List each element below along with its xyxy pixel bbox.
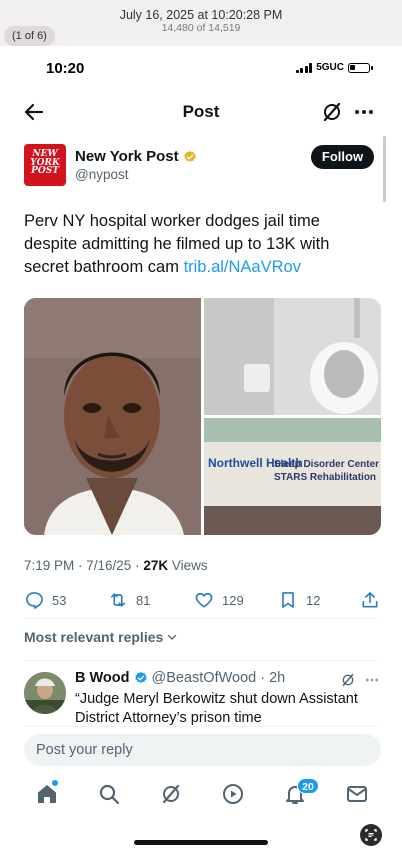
home-notification-dot [52, 780, 58, 786]
divider [24, 618, 378, 619]
views-label: Views [168, 558, 208, 573]
author-name-row[interactable]: New York Post [75, 148, 197, 165]
bookmark-button[interactable]: 12 [278, 590, 320, 610]
like-button[interactable]: 129 [194, 590, 244, 610]
grok-icon [162, 784, 180, 804]
more-dots-icon[interactable] [364, 674, 380, 686]
share-button[interactable] [360, 590, 380, 610]
reply-author-name[interactable]: B Wood [75, 670, 130, 686]
mugshot-image[interactable] [24, 298, 201, 535]
author-name[interactable]: New York Post [75, 148, 179, 165]
status-time: 10:20 [46, 60, 85, 77]
chevron-down-icon [168, 634, 177, 640]
repost-icon [110, 593, 126, 607]
media-grid[interactable]: Northwell Health Sleep Disorder Center S… [24, 298, 381, 535]
repost-button[interactable]: 81 [108, 590, 150, 610]
bookmark-count: 12 [306, 592, 321, 608]
notifications-badge: 20 [297, 778, 319, 794]
viewer-date: July 16, 2025 at 10:20:28 PM [119, 8, 283, 22]
most-relevant-replies-toggle[interactable]: Most relevant replies [24, 629, 178, 645]
tweet-meta: 7:19 PM · 7/16/25 · 27K Views [24, 558, 208, 573]
status-icons: 5GUC [295, 62, 373, 73]
battery-fill [350, 64, 356, 71]
viewer-count: 14,480 of 14,519 [161, 22, 241, 34]
tweet-timestamp: 7:19 PM · 7/16/25 · [24, 558, 144, 573]
live-text-icon[interactable] [360, 824, 382, 846]
views-count: 27K [143, 558, 169, 573]
reply-header[interactable]: B Wood @BeastOfWood · 2h [75, 670, 285, 686]
reply-avatar[interactable] [24, 672, 66, 714]
sign-text: Sleep Disorder Center STARS Rehabilitati… [274, 459, 380, 483]
home-indicator[interactable] [134, 840, 268, 845]
tab-messages[interactable] [345, 782, 369, 806]
author-avatar[interactable]: NEW YORK POST [24, 144, 66, 186]
bookmark-icon [282, 592, 294, 608]
heart-icon [195, 592, 213, 608]
reply-input[interactable]: Post your reply [24, 734, 381, 766]
battery-icon [348, 62, 373, 73]
author-handle[interactable]: @nypost [75, 167, 128, 182]
follow-button[interactable]: Follow [311, 145, 374, 169]
verified-badge-icon [134, 671, 147, 683]
top-nav: Post [0, 92, 402, 132]
grok-icon[interactable] [340, 672, 356, 688]
hospital-sign-image[interactable]: Northwell Health Sleep Disorder Center S… [204, 418, 381, 535]
signal-icon [295, 62, 313, 73]
play-circle-icon [223, 784, 243, 804]
sign-panel: Northwell Health Sleep Disorder Center S… [204, 442, 381, 506]
verified-badge-icon [183, 150, 196, 162]
mail-icon [347, 786, 367, 802]
scroll-indicator [383, 136, 386, 202]
tweet-link[interactable]: trib.al/NAaVRov [184, 258, 301, 276]
reply-count: 53 [52, 592, 67, 608]
tab-grok[interactable] [159, 782, 183, 806]
reply-text: “Judge Meryl Berkowitz shut down Assista… [75, 691, 358, 726]
search-icon [99, 784, 120, 805]
reply-button[interactable]: 53 [24, 590, 66, 610]
tab-video[interactable] [221, 782, 245, 806]
action-bar: 53 81 129 12 [24, 590, 384, 614]
reply-time: · 2h [260, 670, 286, 686]
divider [24, 726, 378, 727]
network-label: 5GUC [316, 62, 344, 73]
share-icon [362, 592, 378, 608]
status-bar: 10:20 5GUC [0, 46, 402, 92]
viewer-page-pill[interactable]: (1 of 6) [4, 26, 55, 46]
divider [24, 660, 378, 661]
repost-count: 81 [136, 592, 151, 608]
like-count: 129 [222, 592, 244, 608]
tweet-text: Perv NY hospital worker dodges jail time… [24, 210, 374, 279]
reply-author-handle[interactable]: @BeastOfWood [152, 670, 257, 686]
bottom-tab-bar: 20 [0, 776, 402, 816]
relevant-label: Most relevant replies [24, 629, 164, 645]
bathroom-image[interactable] [204, 298, 381, 415]
grok-icon[interactable] [320, 100, 344, 124]
phone-screen: 10:20 5GUC Post NEW YORK POST New York Pos… [0, 46, 402, 849]
reply-icon [26, 592, 43, 609]
more-dots-icon[interactable] [352, 100, 376, 124]
viewer-header: July 16, 2025 at 10:20:28 PM 14,480 of 1… [0, 0, 402, 46]
tab-search[interactable] [97, 782, 121, 806]
